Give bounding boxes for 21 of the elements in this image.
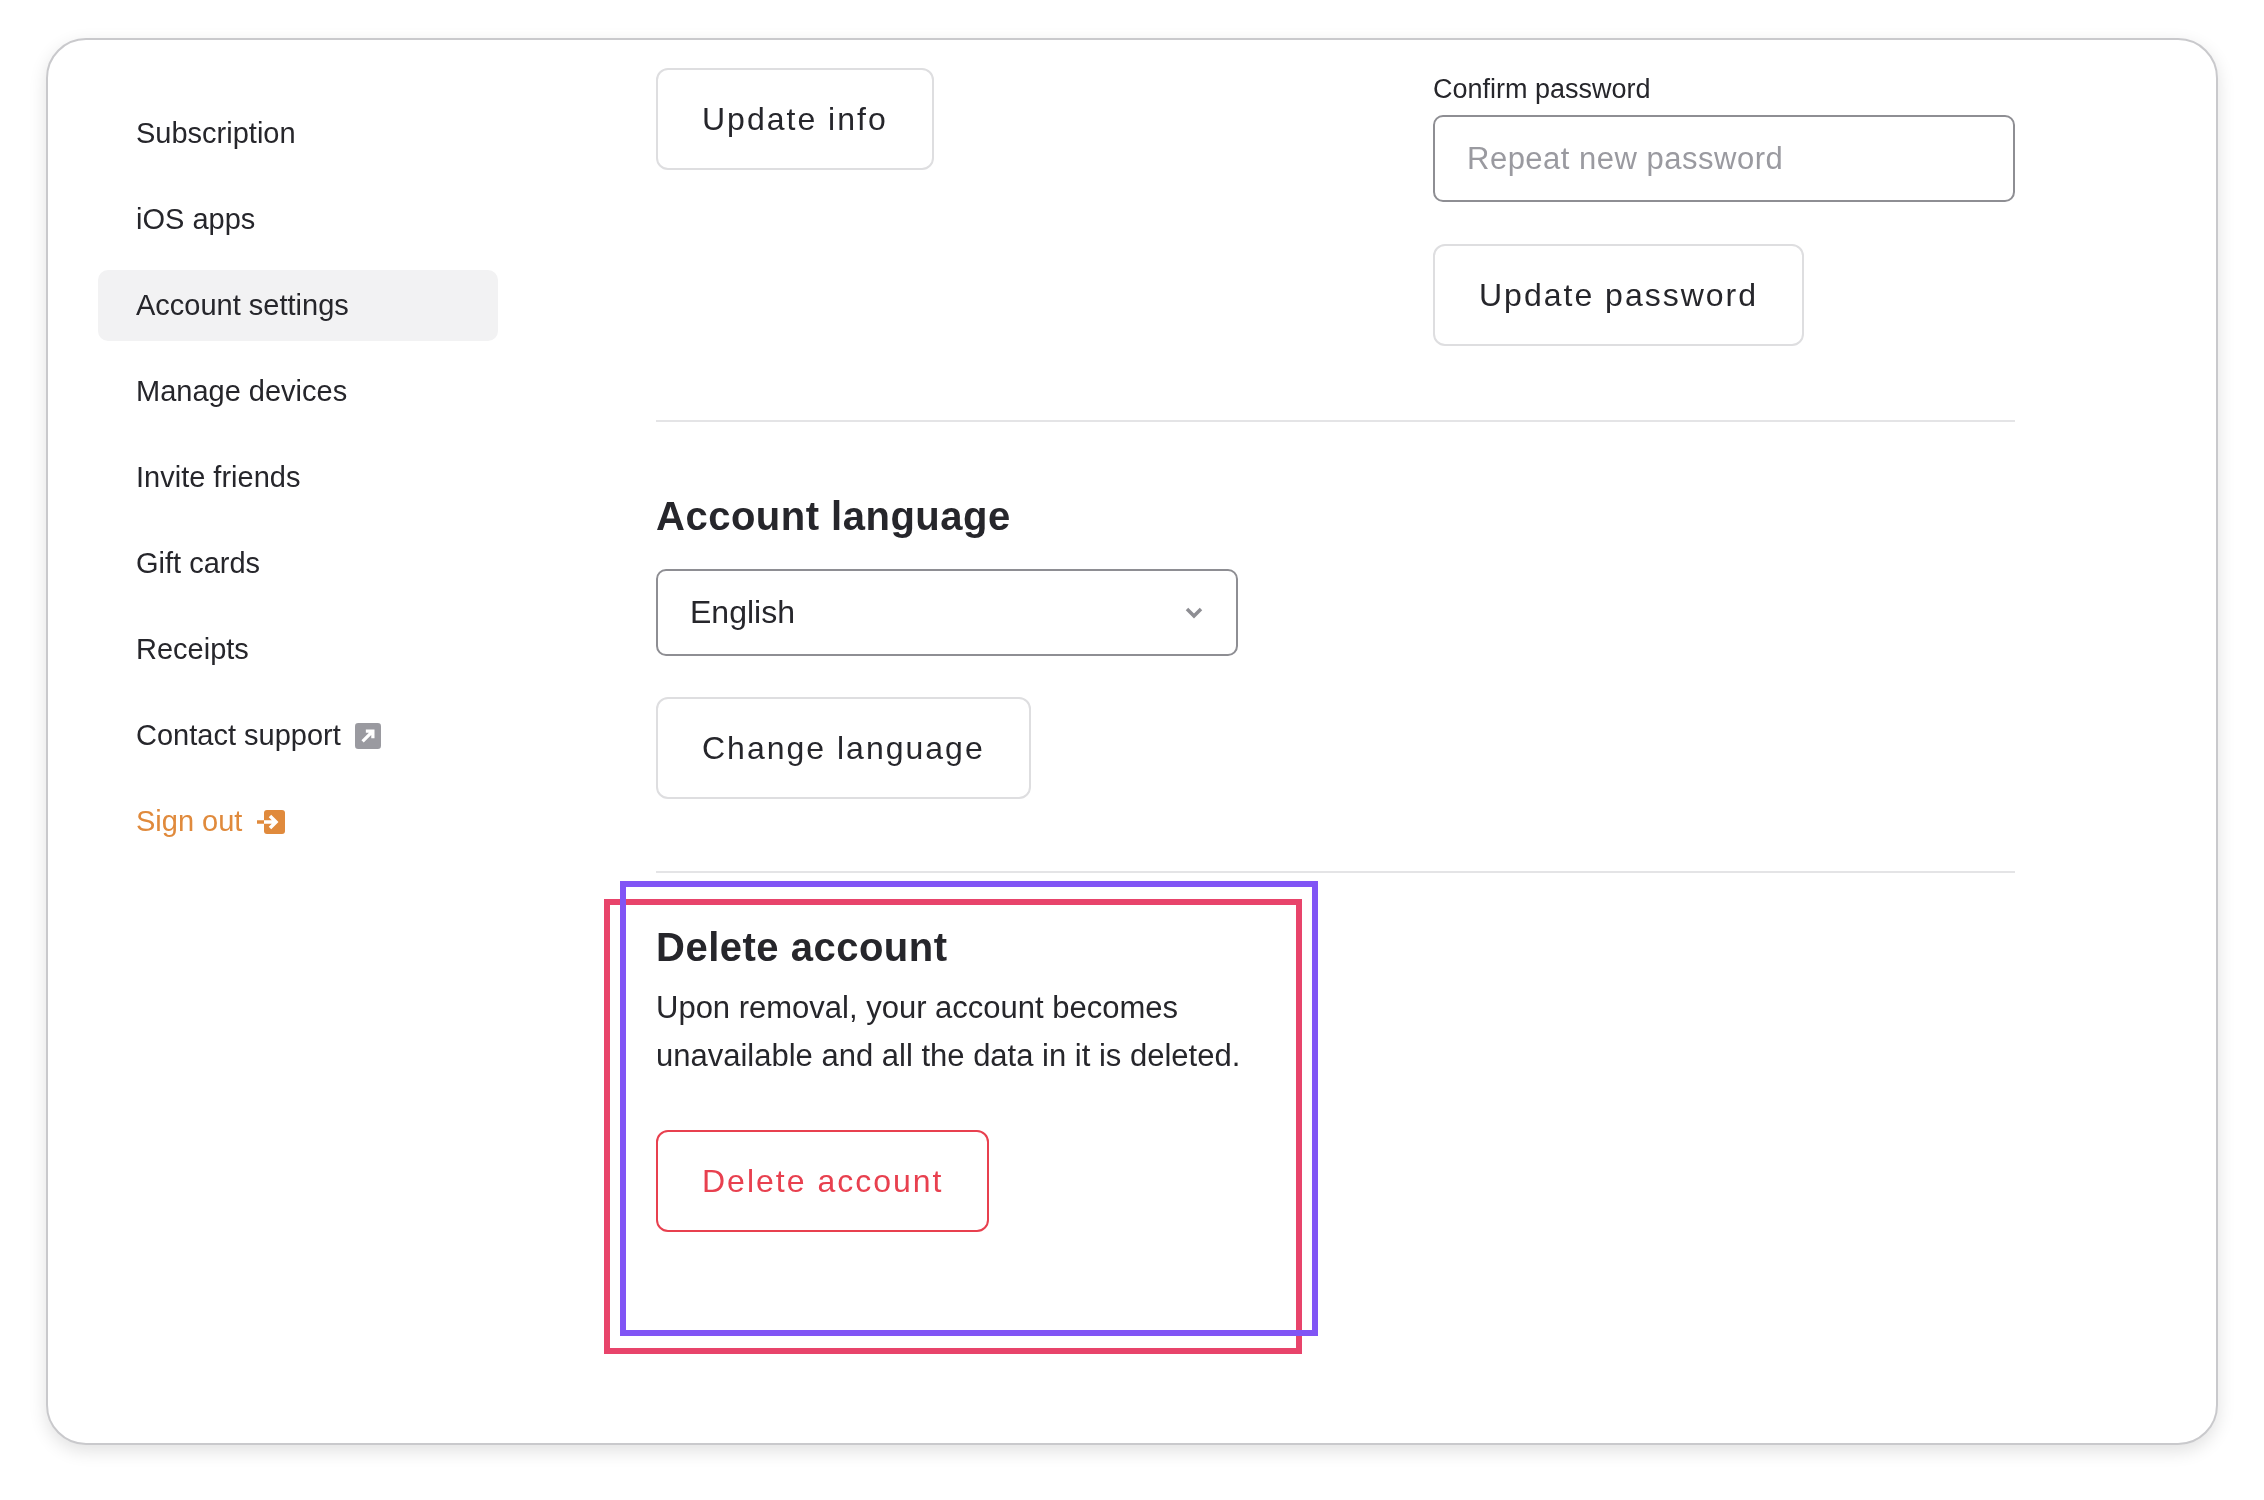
external-link-icon (354, 722, 381, 749)
section-heading: Delete account (656, 925, 948, 970)
sidebar-item[interactable]: Manage devices (98, 356, 498, 427)
confirm-password-field[interactable]: Repeat new password (1433, 115, 2015, 202)
sidebar-item[interactable]: Contact support (98, 700, 498, 771)
sign-out-icon (256, 808, 287, 835)
field-label: Confirm password (1433, 74, 1651, 105)
sidebar-item[interactable]: Subscription (98, 98, 498, 169)
update-password-button[interactable]: Update password (1433, 244, 1805, 346)
sidebar-item[interactable]: Account settings (98, 270, 498, 341)
sidebar-item[interactable]: Gift cards (98, 528, 498, 599)
sidebar-item[interactable]: Invite friends (98, 442, 498, 513)
sidebar-item[interactable]: iOS apps (98, 184, 498, 255)
chevron-down-icon (1184, 606, 1204, 619)
delete-account-button[interactable]: Delete account (656, 1130, 990, 1232)
section-heading: Account language (656, 494, 1011, 539)
change-language-button[interactable]: Change language (656, 697, 1031, 799)
section-description: Upon removal, your account becomes unavailable and all the data in it is deleted. (656, 989, 1242, 1075)
language-dropdown[interactable]: English (656, 569, 1238, 656)
update-info-button[interactable]: Update info (656, 68, 934, 170)
sidebar-item[interactable]: Receipts (98, 614, 498, 685)
